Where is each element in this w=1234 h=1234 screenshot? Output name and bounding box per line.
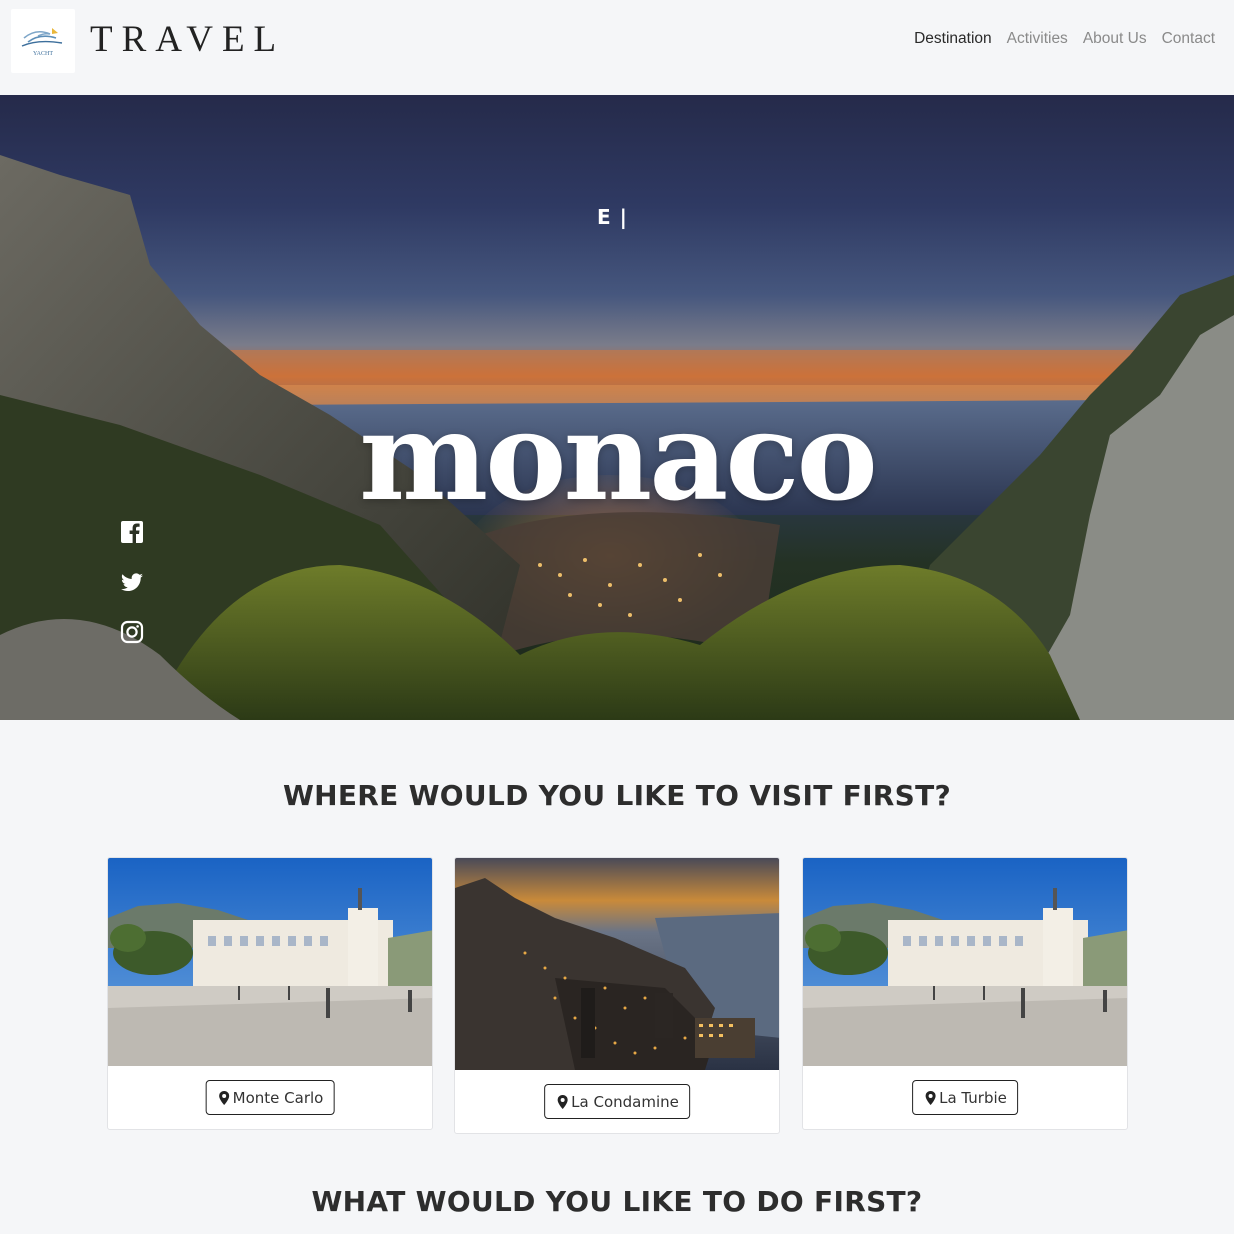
- brand-name[interactable]: TRAVEL: [90, 18, 285, 61]
- nav-destination[interactable]: Destination: [914, 30, 992, 48]
- location-label: Monte Carlo: [232, 1088, 324, 1107]
- la-turbie-image[interactable]: [803, 858, 1128, 1066]
- activities-heading: WHAT WOULD YOU LIKE TO DO FIRST?: [311, 1185, 923, 1218]
- map-pin-icon: [557, 1094, 568, 1109]
- social-links: [120, 520, 144, 644]
- nav-menu: Destination Activities About Us Contact: [914, 30, 1215, 48]
- typed-text: E |: [597, 205, 628, 229]
- location-button-la-condamine[interactable]: La Condamine: [544, 1084, 690, 1119]
- location-button-la-turbie[interactable]: La Turbie: [912, 1080, 1018, 1115]
- location-button-monte-carlo[interactable]: Monte Carlo: [205, 1080, 335, 1115]
- place-card-monte-carlo: Monte Carlo: [107, 857, 433, 1130]
- facebook-icon[interactable]: [120, 520, 144, 544]
- hero-title: monaco: [359, 384, 878, 528]
- place-card-la-turbie: La Turbie: [802, 857, 1128, 1130]
- la-condamine-image[interactable]: [455, 858, 780, 1070]
- svg-text:YACHT: YACHT: [33, 51, 53, 57]
- twitter-icon[interactable]: [120, 570, 144, 594]
- nav-contact[interactable]: Contact: [1162, 30, 1215, 48]
- location-label: La Condamine: [571, 1092, 679, 1111]
- instagram-icon[interactable]: [120, 620, 144, 644]
- map-pin-icon: [219, 1090, 230, 1105]
- place-card-la-condamine: La Condamine: [454, 857, 780, 1134]
- nav-activities[interactable]: Activities: [1007, 30, 1068, 48]
- location-label: La Turbie: [939, 1088, 1007, 1107]
- brand-logo[interactable]: YACHT: [11, 9, 75, 73]
- visit-heading: WHERE WOULD YOU LIKE TO VISIT FIRST?: [282, 779, 952, 812]
- map-pin-icon: [925, 1090, 936, 1105]
- hero-banner: E | monaco: [0, 95, 1234, 720]
- yacht-logo-icon: YACHT: [21, 28, 63, 57]
- nav-about-us[interactable]: About Us: [1083, 30, 1147, 48]
- monte-carlo-image[interactable]: [108, 858, 433, 1066]
- navbar: YACHT TRAVEL Destination Activities Abou…: [0, 0, 1234, 95]
